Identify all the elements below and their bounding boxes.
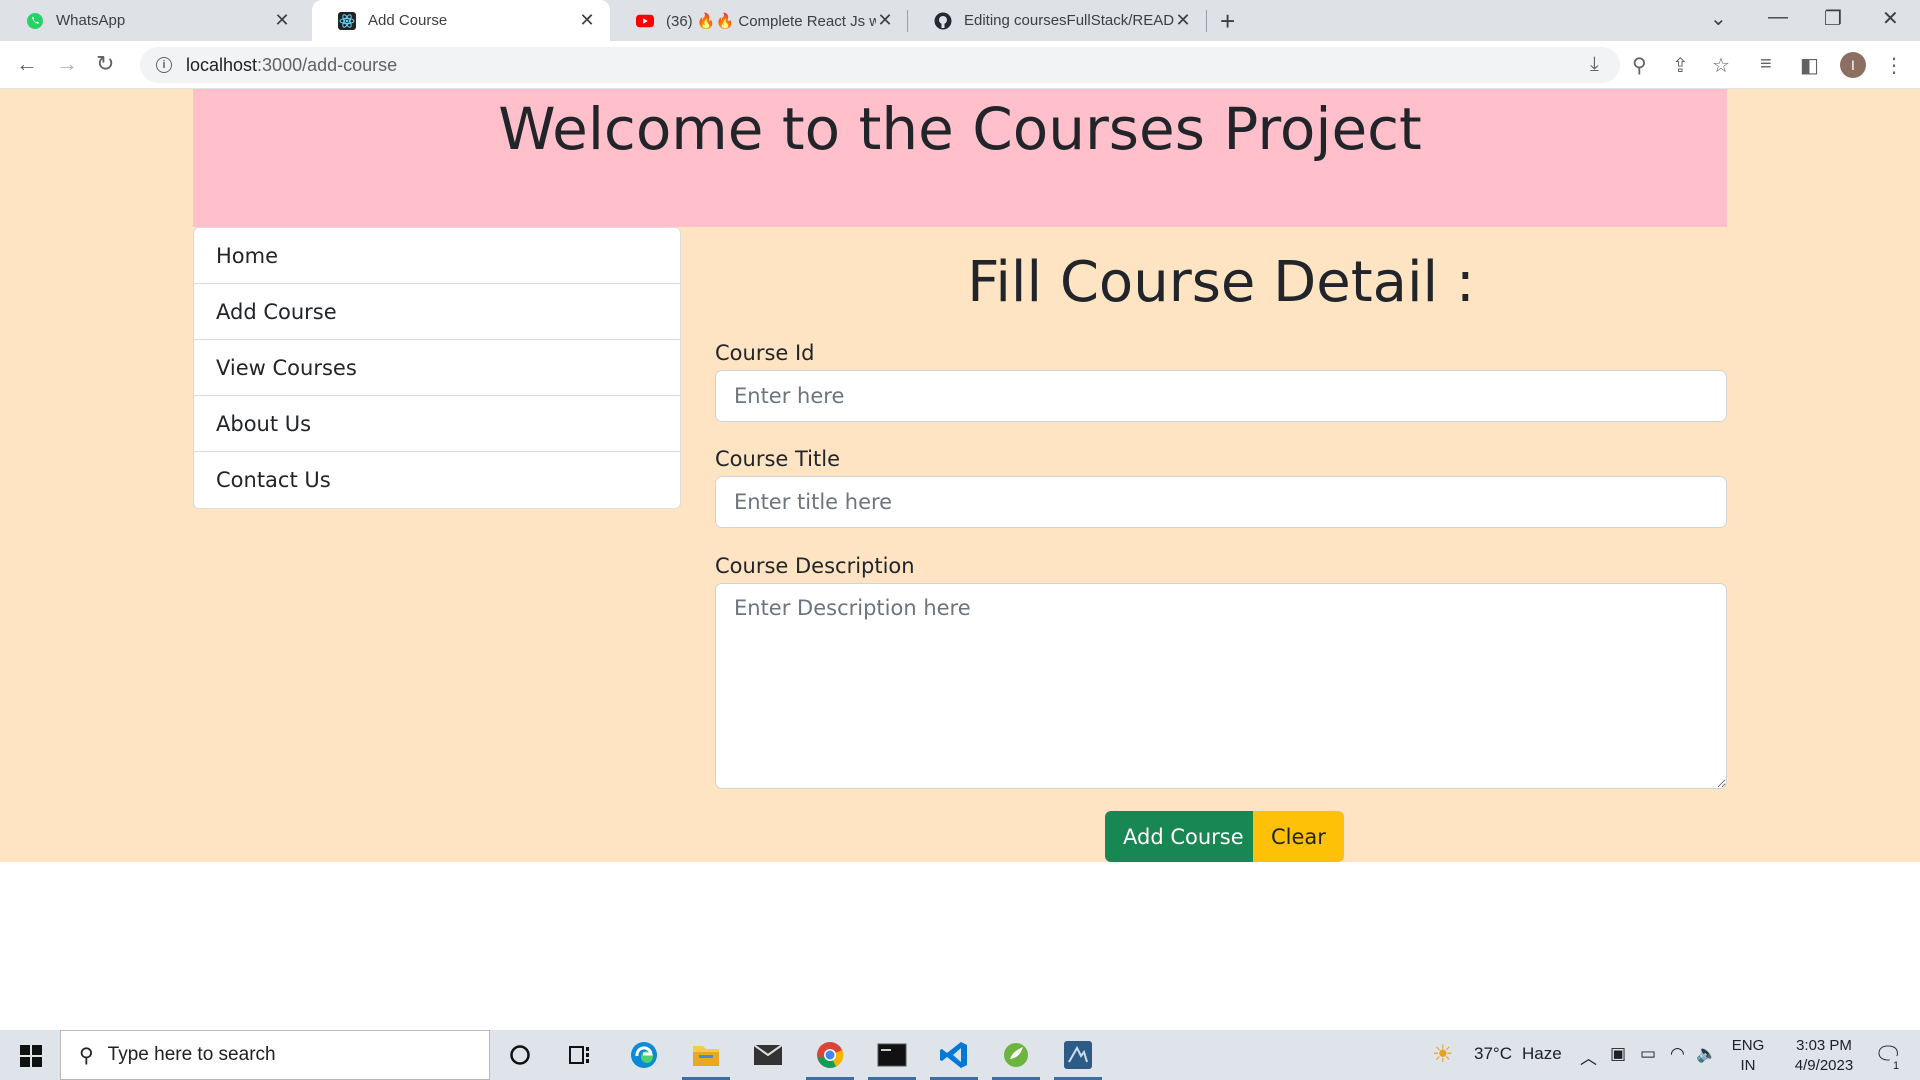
language-region: IN: [1740, 1057, 1756, 1074]
url-path: :3000/add-course: [257, 54, 398, 75]
page-viewport: Welcome to the Courses Project Home Add …: [0, 89, 1920, 862]
whatsapp-icon: [26, 12, 44, 30]
restore-icon[interactable]: ❐: [1824, 6, 1842, 31]
forward-arrow-icon[interactable]: →: [56, 51, 78, 77]
spring-tool-icon[interactable]: [992, 1038, 1040, 1080]
zoom-icon[interactable]: ⚲: [1632, 53, 1647, 78]
menu-item-view-courses[interactable]: View Courses: [194, 340, 680, 396]
form-title: Fill Course Detail :: [967, 250, 1475, 315]
weather-haze-icon[interactable]: ☀: [1432, 1040, 1454, 1069]
taskbar-search-placeholder: Type here to search: [107, 1044, 276, 1065]
weather-condition[interactable]: Haze: [1522, 1044, 1562, 1064]
volume-icon[interactable]: 🔈: [1696, 1044, 1717, 1064]
side-panel-icon[interactable]: ◧: [1800, 53, 1819, 78]
course-title-label: Course Title: [715, 447, 840, 471]
url-host: localhost: [186, 54, 258, 75]
install-app-icon[interactable]: ⤓: [1590, 53, 1599, 76]
close-icon[interactable]: ✕: [273, 10, 291, 31]
add-course-button[interactable]: Add Course: [1105, 811, 1262, 862]
menu-item-add-course[interactable]: Add Course: [194, 284, 680, 340]
header-banner: Welcome to the Courses Project: [193, 89, 1727, 227]
tab-github[interactable]: Editing coursesFullStack/READM ✕: [908, 0, 1206, 41]
profile-avatar[interactable]: I: [1840, 52, 1866, 78]
weather-temperature[interactable]: 37°C: [1474, 1044, 1512, 1064]
input-language[interactable]: ENG IN: [1728, 1036, 1768, 1076]
wifi-icon[interactable]: ◠: [1670, 1044, 1685, 1064]
course-id-label: Course Id: [715, 341, 815, 365]
tab-title: Add Course: [368, 12, 448, 29]
site-info-icon[interactable]: i: [156, 57, 172, 73]
youtube-icon: [636, 12, 654, 30]
tab-youtube[interactable]: (36) 🔥🔥 Complete React Js with ✕: [610, 0, 908, 41]
course-description-textarea[interactable]: [715, 583, 1727, 789]
menu-item-contact-us[interactable]: Contact Us: [194, 452, 680, 508]
system-clock[interactable]: 3:03 PM 4/9/2023: [1774, 1036, 1874, 1076]
mail-icon[interactable]: [750, 1038, 786, 1072]
minimize-icon[interactable]: —: [1768, 6, 1788, 29]
cortana-icon[interactable]: [502, 1038, 538, 1072]
course-title-input[interactable]: [715, 476, 1727, 528]
tab-add-course[interactable]: Add Course ✕: [312, 0, 610, 41]
reload-icon[interactable]: ↻: [96, 51, 114, 77]
course-id-input[interactable]: [715, 370, 1727, 422]
share-icon[interactable]: ⇪: [1672, 53, 1689, 78]
clock-date: 4/9/2023: [1794, 1057, 1854, 1074]
tab-whatsapp[interactable]: WhatsApp ✕: [0, 0, 305, 41]
tab-title: (36) 🔥🔥 Complete React Js with: [666, 12, 876, 30]
tab-title: WhatsApp: [56, 12, 126, 29]
browser-menu-icon[interactable]: ⋮: [1884, 53, 1904, 78]
show-hidden-icons-chevron-icon[interactable]: ︿: [1580, 1044, 1597, 1069]
window-close-icon[interactable]: ✕: [1882, 6, 1899, 31]
battery-icon[interactable]: ▭: [1640, 1044, 1656, 1064]
windows-start-icon[interactable]: [20, 1045, 42, 1067]
chrome-icon[interactable]: [806, 1038, 854, 1080]
tab-title: Editing coursesFullStack/READM: [964, 12, 1174, 29]
terminal-icon[interactable]: [868, 1038, 916, 1080]
tab-separator: [1206, 10, 1207, 32]
mysql-workbench-icon[interactable]: [1054, 1038, 1102, 1080]
bookmark-star-icon[interactable]: ☆: [1712, 53, 1730, 78]
notification-count-badge: 1: [1888, 1056, 1904, 1076]
file-explorer-icon[interactable]: [682, 1038, 730, 1080]
clock-time: 3:03 PM: [1796, 1037, 1852, 1054]
edge-browser-icon[interactable]: [626, 1038, 662, 1072]
menu-item-about-us[interactable]: About Us: [194, 396, 680, 452]
meet-now-icon[interactable]: ▣: [1610, 1044, 1626, 1064]
browser-tab-strip: WhatsApp ✕ Add Course ✕ (36) 🔥🔥 Complete…: [0, 0, 1920, 41]
new-tab-button[interactable]: +: [1220, 6, 1235, 37]
language-code: ENG: [1731, 1037, 1765, 1054]
search-icon: ⚲: [79, 1044, 94, 1067]
vscode-icon[interactable]: [930, 1038, 978, 1080]
close-icon[interactable]: ✕: [1174, 10, 1192, 31]
close-icon[interactable]: ✕: [578, 10, 596, 31]
react-icon: [338, 11, 356, 30]
sidebar-menu: Home Add Course View Courses About Us Co…: [193, 227, 681, 509]
browser-toolbar: ← → ↻ i localhost:3000/add-course ⤓ ⚲ ⇪ …: [0, 41, 1920, 89]
url-text: localhost:3000/add-course: [186, 55, 397, 76]
task-view-icon[interactable]: [562, 1038, 598, 1072]
menu-item-home[interactable]: Home: [194, 228, 680, 284]
tab-search-chevron-icon[interactable]: ⌄: [1710, 6, 1727, 31]
github-icon: [934, 12, 952, 30]
reading-list-icon[interactable]: ≡: [1760, 53, 1772, 76]
windows-taskbar: ⚲ Type here to search ☀ 37°C Haze ︿ ▣ ▭ …: [0, 1030, 1920, 1080]
course-description-label: Course Description: [715, 554, 915, 578]
back-arrow-icon[interactable]: ←: [16, 51, 38, 77]
close-icon[interactable]: ✕: [876, 10, 894, 31]
address-bar[interactable]: i localhost:3000/add-course: [140, 47, 1620, 83]
taskbar-search-box[interactable]: ⚲ Type here to search: [60, 1030, 490, 1080]
page-title: Welcome to the Courses Project: [498, 95, 1422, 163]
clear-button[interactable]: Clear: [1253, 811, 1344, 862]
